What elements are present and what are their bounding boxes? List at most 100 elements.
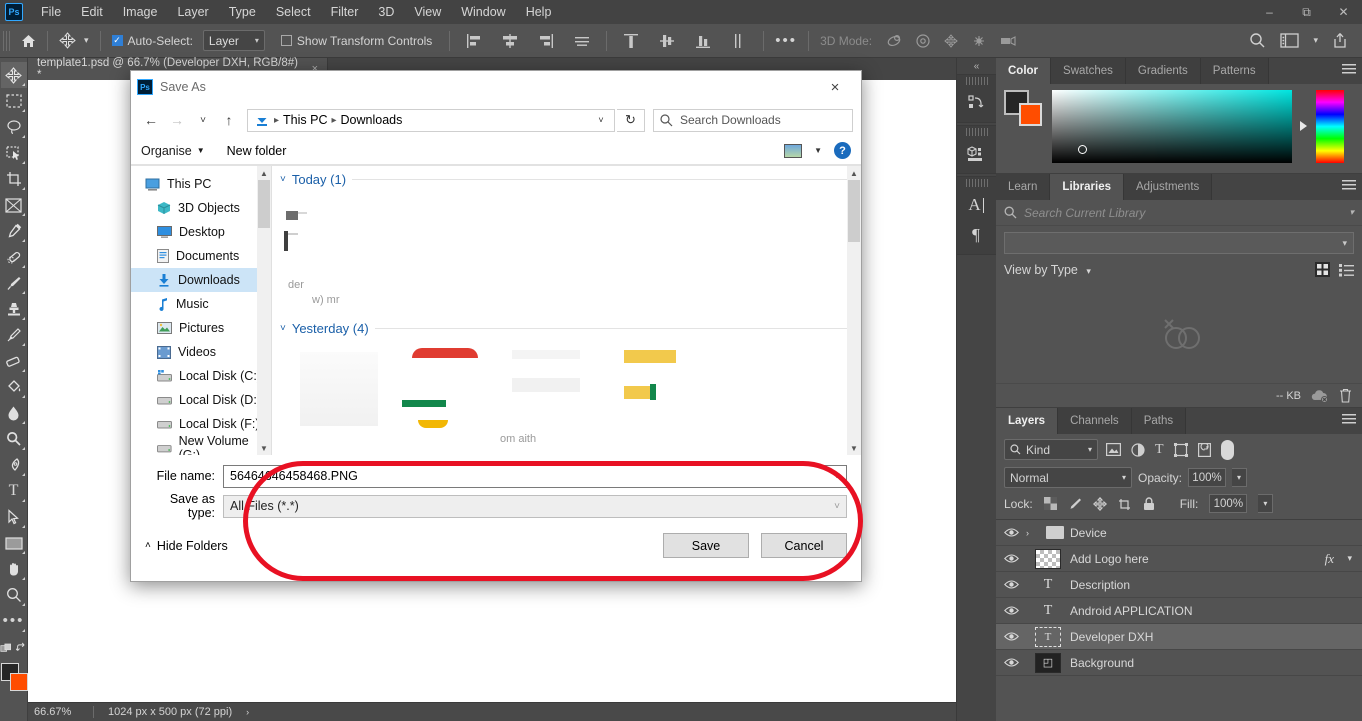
- tab-gradients[interactable]: Gradients: [1125, 58, 1201, 84]
- close-button[interactable]: ✕: [1325, 0, 1362, 24]
- menu-filter[interactable]: Filter: [321, 0, 369, 24]
- zoom-tool[interactable]: [1, 582, 27, 608]
- tab-channels[interactable]: Channels: [1058, 408, 1132, 434]
- nav-item-music[interactable]: Music: [131, 292, 271, 316]
- eyedropper-tool[interactable]: [1, 218, 27, 244]
- scroll-down-icon[interactable]: ▼: [257, 441, 271, 455]
- status-expand-icon[interactable]: ›: [246, 707, 249, 717]
- file-pane-scrollbar[interactable]: ▲ ▼: [847, 166, 861, 455]
- chevron-down-icon[interactable]: ▾: [1313, 35, 1318, 46]
- nav-item-desktop[interactable]: Desktop: [131, 220, 271, 244]
- rectangle-tool[interactable]: [1, 530, 27, 556]
- search-input[interactable]: Search Downloads: [653, 108, 853, 132]
- file-thumbnail[interactable]: [412, 348, 478, 358]
- edit-toolbar-button[interactable]: •••: [1, 608, 27, 634]
- cloud-offline-icon[interactable]: [1311, 389, 1329, 403]
- layer-effects-icon[interactable]: fx: [1325, 551, 1334, 567]
- scroll-down-icon[interactable]: ▼: [847, 441, 861, 455]
- group-expand-icon[interactable]: ›: [1026, 528, 1040, 538]
- align-right-edges-button[interactable]: [528, 24, 564, 58]
- address-bar[interactable]: ▸ This PC ▸ Downloads ˅: [247, 108, 615, 132]
- view-layout-icon[interactable]: [784, 143, 803, 158]
- breadcrumb-item-this-pc[interactable]: This PC: [283, 113, 327, 127]
- new-folder-button[interactable]: New folder: [227, 144, 287, 158]
- object-selection-tool[interactable]: [1, 140, 27, 166]
- list-view-icon[interactable]: [1339, 262, 1354, 277]
- nav-item-downloads[interactable]: Downloads: [131, 268, 271, 292]
- hue-slider[interactable]: [1316, 90, 1344, 163]
- view-by-type-dropdown[interactable]: View by Type ▾: [1004, 263, 1091, 277]
- file-thumbnail[interactable]: [284, 231, 314, 257]
- zoom-level[interactable]: 66.67%: [28, 706, 93, 718]
- scrollbar-thumb[interactable]: [258, 180, 270, 228]
- brush-tool[interactable]: [1, 270, 27, 296]
- opacity-chevron-down-icon[interactable]: ▾: [1232, 468, 1248, 487]
- fill-chevron-down-icon[interactable]: ▾: [1258, 494, 1274, 513]
- filetype-dropdown[interactable]: All Files (*.*) ˅: [223, 494, 847, 518]
- tab-learn[interactable]: Learn: [996, 174, 1051, 200]
- character-panel-icon[interactable]: A: [957, 190, 995, 220]
- filter-shape-icon[interactable]: [1173, 442, 1188, 457]
- file-group-yesterday[interactable]: ˅ Yesterday (4): [272, 315, 861, 338]
- menu-type[interactable]: Type: [219, 0, 266, 24]
- lock-position-icon[interactable]: [1092, 496, 1107, 511]
- menu-file[interactable]: File: [31, 0, 71, 24]
- pen-tool[interactable]: [1, 452, 27, 478]
- blur-tool[interactable]: [1, 400, 27, 426]
- background-color-swatch[interactable]: [9, 673, 28, 691]
- camera-3d-icon[interactable]: [998, 33, 1018, 49]
- help-button[interactable]: ?: [834, 142, 851, 159]
- refresh-button[interactable]: ↻: [617, 108, 645, 132]
- filter-type-icon[interactable]: T: [1155, 442, 1164, 458]
- panel-grip[interactable]: [965, 179, 988, 187]
- layer-filter-kind-dropdown[interactable]: Kind ▾: [1004, 439, 1098, 460]
- layer-name[interactable]: Description: [1070, 578, 1362, 592]
- restore-button[interactable]: ⧉: [1288, 0, 1325, 24]
- color-swatches[interactable]: [0, 663, 28, 693]
- tab-libraries[interactable]: Libraries: [1050, 174, 1124, 200]
- lasso-tool[interactable]: [1, 114, 27, 140]
- home-button[interactable]: [16, 24, 41, 58]
- menu-select[interactable]: Select: [266, 0, 321, 24]
- layer-visibility-toggle[interactable]: [996, 657, 1026, 668]
- panel-menu-icon[interactable]: [1342, 64, 1356, 76]
- address-dropdown-icon[interactable]: ˅: [590, 110, 612, 131]
- align-left-edges-button[interactable]: [456, 24, 492, 58]
- frame-tool[interactable]: [1, 192, 27, 218]
- table-row[interactable]: Add Logo here fx ▾: [996, 546, 1362, 572]
- history-icon[interactable]: [957, 88, 995, 118]
- tab-color[interactable]: Color: [996, 58, 1052, 84]
- file-group-today[interactable]: ˅ Today (1): [272, 166, 861, 189]
- tab-paths[interactable]: Paths: [1131, 408, 1187, 434]
- minimize-button[interactable]: –: [1251, 0, 1288, 24]
- nav-item-videos[interactable]: Videos: [131, 340, 271, 364]
- clone-stamp-tool[interactable]: [1, 296, 27, 322]
- menu-image[interactable]: Image: [113, 0, 168, 24]
- nav-pane-scrollbar[interactable]: ▲ ▼: [257, 166, 271, 455]
- align-top-edges-button[interactable]: [613, 24, 649, 58]
- path-selection-tool[interactable]: [1, 504, 27, 530]
- scrollbar-thumb[interactable]: [848, 180, 860, 242]
- orbit-3d-icon[interactable]: [885, 33, 904, 49]
- slide-3d-icon[interactable]: [970, 33, 988, 49]
- filter-adjustment-icon[interactable]: [1131, 442, 1145, 457]
- tab-swatches[interactable]: Swatches: [1051, 58, 1126, 84]
- tab-adjustments[interactable]: Adjustments: [1124, 174, 1213, 200]
- file-list-pane[interactable]: ˅ Today (1) der w) mr ˅ Yesterday (4) om…: [272, 166, 861, 455]
- tab-patterns[interactable]: Patterns: [1200, 58, 1269, 84]
- current-tool-button[interactable]: ▾: [54, 24, 94, 58]
- paragraph-panel-icon[interactable]: ¶: [957, 220, 995, 250]
- panel-grip[interactable]: [965, 128, 988, 136]
- color-panel-swatches[interactable]: [1004, 90, 1044, 126]
- align-vertical-centers-button[interactable]: [649, 24, 685, 58]
- move-tool[interactable]: [0, 62, 27, 88]
- save-button[interactable]: Save: [663, 533, 749, 558]
- library-selector-dropdown[interactable]: ▾: [1004, 232, 1354, 254]
- lock-artboard-icon[interactable]: [1118, 497, 1132, 511]
- up-button[interactable]: ↑: [217, 108, 241, 132]
- type-tool[interactable]: T: [1, 478, 27, 504]
- align-horizontal-centers-button[interactable]: [492, 24, 528, 58]
- fill-value[interactable]: 100%: [1209, 494, 1248, 513]
- default-colors-icon[interactable]: [0, 642, 11, 655]
- gradient-tool[interactable]: [1, 374, 27, 400]
